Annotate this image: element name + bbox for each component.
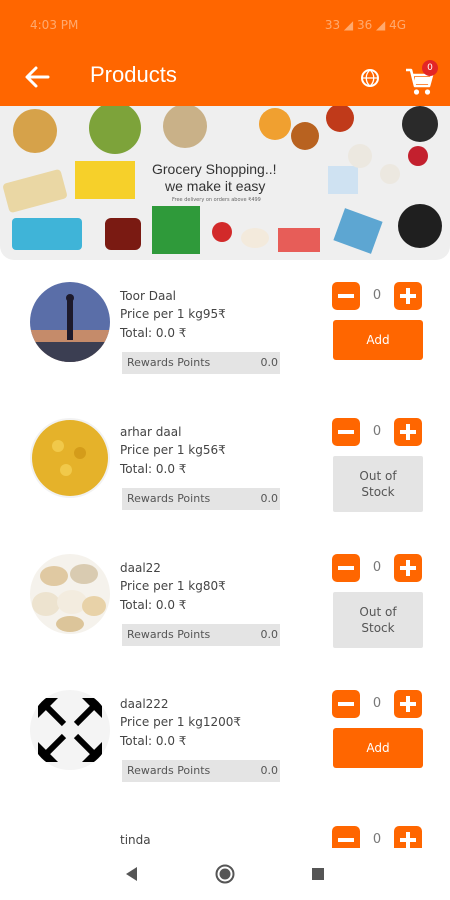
product-image [30,690,110,770]
globe-icon[interactable] [360,68,380,88]
rewards-label: Rewards Points [127,628,211,641]
app-bar: Products 0 [0,48,450,106]
rewards-points: Rewards Points 0.0 [122,352,280,374]
rewards-value: 0.0 [260,764,279,777]
status-time: 4:03 PM [30,18,79,32]
minus-icon [338,430,354,434]
banner-headline: Grocery Shopping..! [152,161,277,177]
list-item: Toor Daal Price per 1 kg95₹ Total: 0.0 ₹… [0,262,450,398]
arrow-left-icon[interactable] [22,62,52,92]
product-image [30,282,110,362]
out-of-stock-button: Out of Stock [333,592,423,648]
increase-button[interactable] [394,554,422,582]
quantity-value: 0 [372,288,382,303]
cart-button[interactable]: 0 [404,60,440,96]
banner-subheadline: we make it easy [165,178,266,194]
quantity-stepper: 0 [332,690,424,718]
product-total: Total: 0.0 ₹ [120,598,187,612]
quantity-value: 0 [372,560,382,575]
quantity-value: 0 [372,832,382,847]
product-name: daal222 [120,697,169,711]
page-title: Products [90,62,177,87]
system-nav-bar [0,848,450,900]
rewards-value: 0.0 [260,356,279,369]
product-name: daal22 [120,561,161,575]
minus-icon [338,294,354,298]
rewards-label: Rewards Points [127,492,211,505]
increase-button[interactable] [394,418,422,446]
product-price: Price per 1 kg56₹ [120,443,226,457]
banner-tagline: Free delivery on orders above ₹499 [172,197,261,203]
expand-arrows-icon [30,690,110,770]
add-button[interactable]: Add [333,728,423,768]
list-item: daal222 Price per 1 kg1200₹ Total: 0.0 ₹… [0,670,450,806]
promo-banner[interactable]: Grocery Shopping..! we make it easy Free… [0,106,450,260]
product-image [30,418,110,498]
list-item: daal22 Price per 1 kg80₹ Total: 0.0 ₹ Re… [0,534,450,670]
rewards-points: Rewards Points 0.0 [122,488,280,510]
status-bar: 4:03 PM 33 ◢ 36 ◢ 4G [0,0,450,48]
quantity-stepper: 0 [332,554,424,582]
product-image [30,554,110,634]
increase-button[interactable] [394,826,422,848]
quantity-value: 0 [372,424,382,439]
increase-button[interactable] [394,690,422,718]
cart-badge: 0 [422,60,438,76]
decrease-button[interactable] [332,826,360,848]
quantity-stepper: 0 [332,282,424,310]
product-total: Total: 0.0 ₹ [120,462,187,476]
decrease-button[interactable] [332,690,360,718]
product-list[interactable]: Toor Daal Price per 1 kg95₹ Total: 0.0 ₹… [0,262,450,848]
nav-recents-icon[interactable] [312,868,324,880]
rewards-value: 0.0 [260,628,279,641]
quantity-stepper: 0 [332,418,424,446]
product-name: Toor Daal [120,289,177,303]
decrease-button[interactable] [332,554,360,582]
nav-home-icon[interactable] [215,864,235,884]
rewards-points: Rewards Points 0.0 [122,624,280,646]
product-total: Total: 0.0 ₹ [120,326,187,340]
add-button[interactable]: Add [333,320,423,360]
out-of-stock-button: Out of Stock [333,456,423,512]
decrease-button[interactable] [332,282,360,310]
minus-icon [338,838,354,842]
status-icons: 33 ◢ 36 ◢ 4G [324,18,406,32]
list-item: arhar daal Price per 1 kg56₹ Total: 0.0 … [0,398,450,534]
product-image [30,826,110,848]
nav-back-icon[interactable] [124,866,138,882]
list-item: tinda 0 [0,806,450,848]
product-price: Price per 1 kg95₹ [120,307,226,321]
rewards-label: Rewards Points [127,764,211,777]
product-price: Price per 1 kg80₹ [120,579,226,593]
minus-icon [338,702,354,706]
quantity-stepper: 0 [332,826,424,848]
minus-icon [338,566,354,570]
product-price: Price per 1 kg1200₹ [120,715,242,729]
decrease-button[interactable] [332,418,360,446]
rewards-value: 0.0 [260,492,279,505]
quantity-value: 0 [372,696,382,711]
increase-button[interactable] [394,282,422,310]
rewards-points: Rewards Points 0.0 [122,760,280,782]
product-name: arhar daal [120,425,182,439]
rewards-label: Rewards Points [127,356,211,369]
product-total: Total: 0.0 ₹ [120,734,187,748]
product-name: tinda [120,833,151,847]
